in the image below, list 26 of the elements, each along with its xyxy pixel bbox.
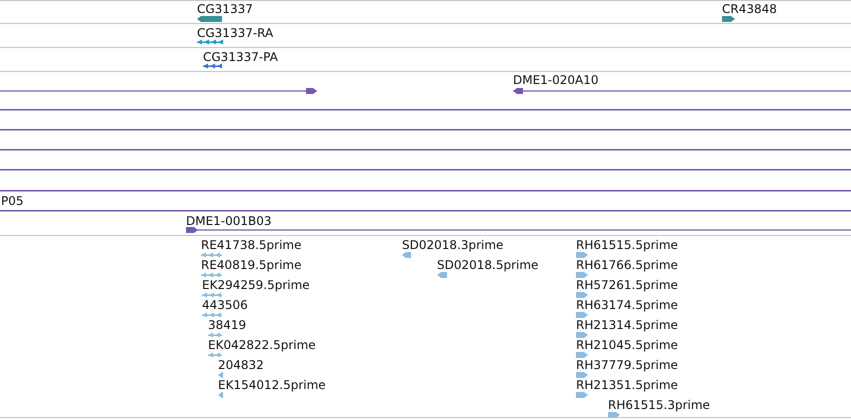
feature-label: RE41738.5prime bbox=[201, 238, 302, 252]
feature-label: RH21351.5prime bbox=[576, 378, 678, 392]
feature-label: 204832 bbox=[218, 358, 264, 372]
feature-label: RH21314.5prime bbox=[576, 318, 678, 332]
feature-label: 38419 bbox=[208, 318, 246, 332]
feature-label: EK042822.5prime bbox=[208, 338, 316, 352]
feature-label: EK294259.5prime bbox=[202, 278, 310, 292]
feature-label: RE40819.5prime bbox=[201, 258, 302, 272]
feature-label: DME1-020A10 bbox=[513, 73, 599, 87]
feature-label: DME1-001B03 bbox=[186, 214, 272, 228]
feature-label: CG31337-PA bbox=[203, 50, 278, 64]
feature-label: RH37779.5prime bbox=[576, 358, 678, 372]
feature-label: CR43848 bbox=[722, 2, 777, 16]
feature-label: RH61766.5prime bbox=[576, 258, 678, 272]
feature-label: CG31337 bbox=[197, 2, 253, 16]
feature-label: P05 bbox=[1, 194, 24, 208]
feature-label: CG31337-RA bbox=[197, 26, 274, 40]
feature-label: RH21045.5prime bbox=[576, 338, 678, 352]
feature-label: RH61515.3prime bbox=[608, 398, 710, 412]
feature-label: SD02018.5prime bbox=[437, 258, 538, 272]
feature-label: SD02018.3prime bbox=[402, 238, 504, 252]
feature-label: RH57261.5prime bbox=[576, 278, 678, 292]
feature-label: RH63174.5prime bbox=[576, 298, 678, 312]
feature-label: 443506 bbox=[202, 298, 248, 312]
feature-label: RH61515.5prime bbox=[576, 238, 678, 252]
feature-label: EK154012.5prime bbox=[218, 378, 326, 392]
